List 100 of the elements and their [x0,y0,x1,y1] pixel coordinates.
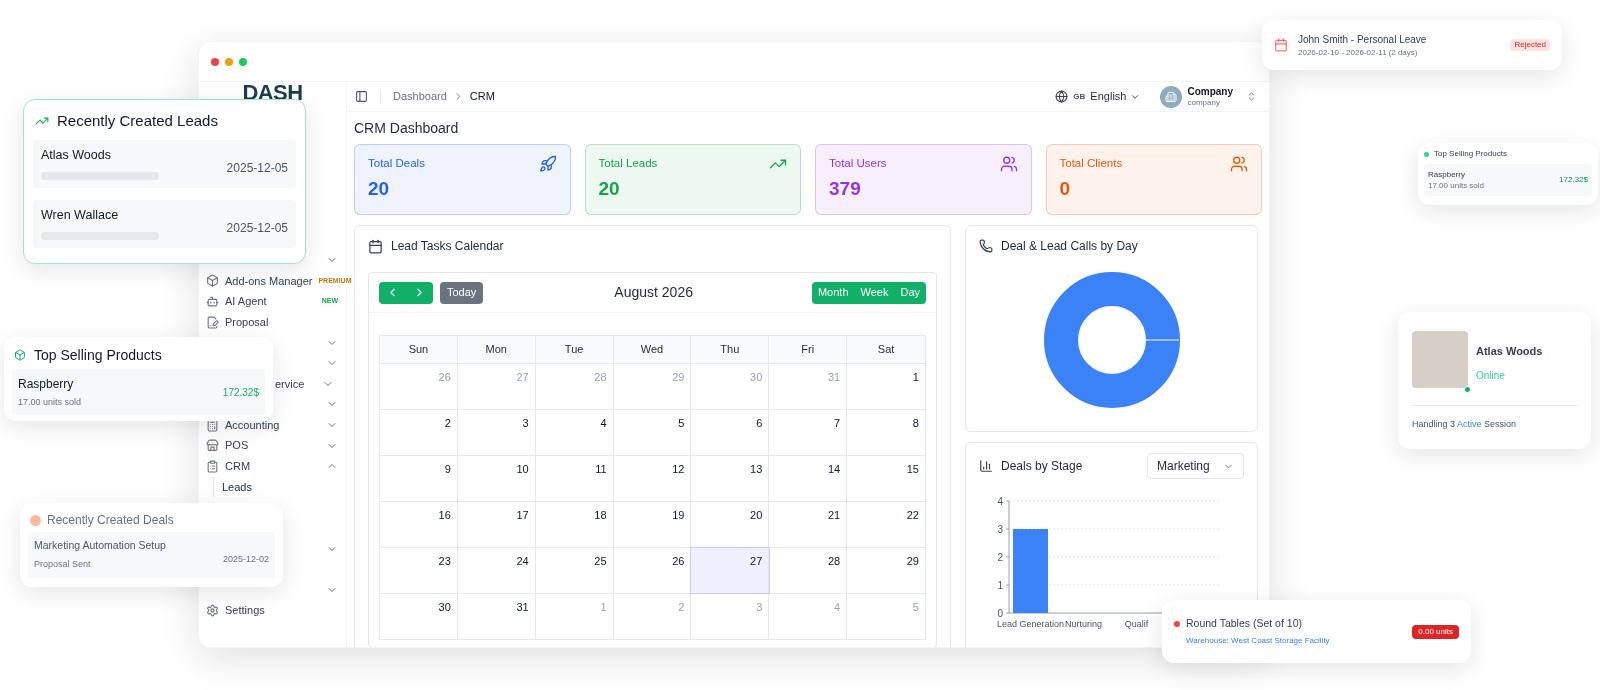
deal-name: Marketing Automation Setup [34,538,167,554]
day-cell[interactable]: 30 [380,594,458,639]
category-label: Lead Generation [996,619,1065,629]
breadcrumb-link[interactable]: CRM [469,88,495,105]
account-role: company [1187,97,1221,108]
sidebar-item[interactable]: POS [225,437,249,454]
day-cell[interactable]: 10 [457,456,536,501]
weekday-header: Wed [613,336,692,363]
stat-value: 20 [598,177,621,201]
day-cell[interactable]: 12 [613,456,692,501]
day-cell[interactable]: 23 [380,548,458,593]
stat-value: 379 [829,177,862,201]
card-title: Top Selling Products [34,345,162,365]
calculator-icon [206,418,219,432]
weekday-header: Mon [457,336,536,363]
sidebar-item-label[interactable]: ervice [275,375,305,393]
product-title: Round Tables (Set of 10) [1186,615,1302,631]
day-cell[interactable]: 18 [535,502,614,547]
flag-code: GB [1073,90,1086,103]
lead-name: Wren Wallace [41,207,120,224]
page-title: CRM Dashboard [354,119,460,138]
active-link[interactable]: Active [1457,419,1482,429]
stat-label: Total Leads [598,156,658,171]
panel-title: Deal & Lead Calls by Day [1001,238,1138,255]
day-cell[interactable]: 24 [457,548,536,593]
axis-tick-label: 1 [997,580,1003,591]
clipboard-icon [206,459,219,473]
phone-icon [979,239,993,253]
sidebar-item[interactable]: Settings [225,602,265,619]
day-cell[interactable]: 9 [380,456,458,501]
rocket-icon [538,155,557,173]
sidebar-toggle-icon[interactable] [355,90,368,103]
day-cell[interactable]: 1 [847,364,925,409]
agent-status: Online [1476,368,1506,383]
product-name: Raspberry [18,375,75,393]
sidebar-item[interactable]: AI Agent [225,293,267,310]
lead-date: 2025-12-05 [226,160,288,177]
leave-title: John Smith - Personal Leave [1298,32,1428,47]
day-cell[interactable]: 16 [380,502,458,547]
leave-dates: 2026-02-10 - 2026-02-11 (2 days) [1298,46,1419,59]
document-icon [206,315,219,329]
sidebar-item[interactable]: CRM [225,458,251,475]
day-cell[interactable]: 3 [457,410,536,455]
day-cell[interactable]: 27 [691,548,770,593]
axis-tick-label: 3 [997,524,1003,535]
product-name: Raspberry [1428,169,1466,180]
product-amount: 172.32$ [1559,174,1588,186]
product-amount: 172.32$ [222,385,259,400]
day-cell[interactable]: 15 [847,456,925,501]
expand-icon[interactable] [1246,91,1257,102]
globe-icon [1055,90,1069,103]
lead-date: 2025-12-05 [226,220,288,237]
category-label: Nurturing [1065,619,1102,629]
building-icon [1165,90,1178,103]
day-cell[interactable]: 17 [457,502,536,547]
day-cell[interactable]: 19 [613,502,692,547]
session-text: Handling 3 Active Session [1412,418,1518,431]
deal-status-icon [30,514,41,526]
day-cell[interactable]: 8 [847,410,925,455]
breadcrumb-link[interactable]: Dashboard [393,88,447,105]
day-cell[interactable]: 22 [847,502,925,547]
robot-icon [206,295,219,308]
day-cell[interactable]: 5 [613,410,692,455]
account-name: Company [1187,85,1233,97]
stage-dropdown[interactable]: Marketing [1147,453,1244,479]
deal-date: 2025-12-02 [222,553,269,567]
day-cell[interactable]: 28 [769,548,848,593]
day-cell[interactable]: 4 [535,410,614,455]
sidebar-item[interactable]: Accounting [225,416,280,434]
lead-row[interactable]: Wren Wallace 2025-12-05 [33,200,296,248]
day-cell[interactable]: 25 [535,548,614,593]
sidebar-item[interactable]: Proposal [225,313,269,331]
units-sold: 17.00 units sold [18,395,83,409]
category-label: Qualif [1124,619,1149,629]
day-cell[interactable]: 29 [847,548,925,593]
day-cell[interactable]: 7 [769,410,848,455]
warehouse-link[interactable]: Warehouse: West Coast Storage Facility [1186,635,1413,648]
bar-chart-icon [979,459,993,473]
day-cell[interactable]: 11 [535,456,614,501]
sidebar-item[interactable]: Add-ons Manager [225,272,313,290]
deal-stage: Proposal Sent [34,558,92,572]
sidebar-subitem[interactable]: Leads [222,480,252,493]
day-cell[interactable]: 6 [691,410,770,455]
day-cell[interactable]: 13 [691,456,770,501]
panel-title: Lead Tasks Calendar [391,238,504,255]
day-cell[interactable]: 14 [769,456,848,501]
status-badge: Rejected [1510,39,1550,51]
calendar-icon [368,238,383,254]
settings-icon [206,603,219,617]
day-cell[interactable]: 21 [769,502,848,547]
box-icon [206,274,219,288]
day-cell[interactable]: 31 [457,594,536,639]
lead-name: Atlas Woods [41,147,112,164]
day-cell[interactable]: 2 [380,410,458,455]
language-selector[interactable]: English [1090,88,1141,105]
lead-row[interactable]: Atlas Woods 2025-12-05 [33,140,296,188]
stat-label: Total Clients [1059,156,1123,171]
today-button[interactable]: Today [440,281,484,304]
weekday-header: Tue [535,336,614,363]
axis-tick-label: 2 [997,552,1003,563]
